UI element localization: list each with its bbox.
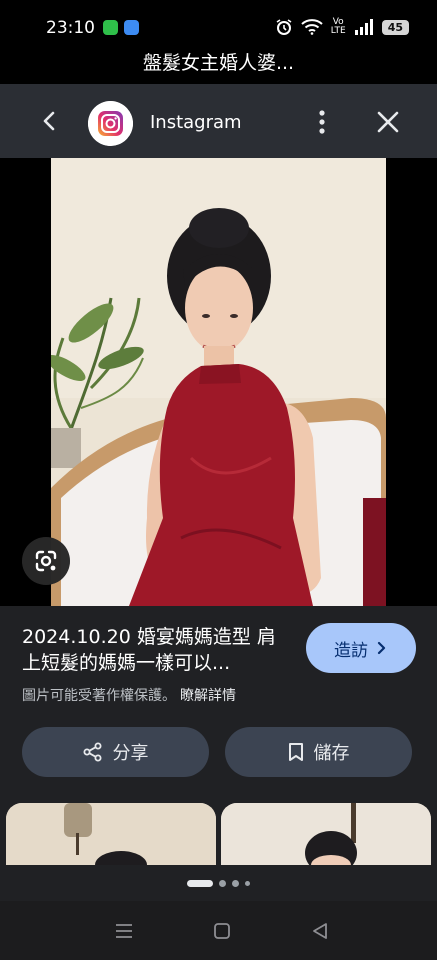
volte-bottom: LTE [330, 26, 346, 36]
visit-button[interactable]: 造訪 [306, 623, 416, 673]
copyright-text: 圖片可能受著作權保護。 [22, 688, 176, 704]
system-nav-bar [0, 901, 437, 960]
main-photo[interactable] [51, 158, 386, 606]
save-button[interactable]: 儲存 [225, 727, 412, 777]
home-icon[interactable] [210, 919, 234, 943]
image-title[interactable]: 2024.10.20 婚宴媽媽造型 肩上短髮的媽媽一樣可以... [22, 624, 287, 676]
alarm-icon [276, 19, 292, 35]
instagram-logo-icon [88, 101, 133, 146]
volte-indicator: Vo LTE [331, 18, 346, 36]
share-button[interactable]: 分享 [22, 727, 209, 777]
close-icon[interactable] [372, 106, 404, 138]
page-dot [245, 880, 250, 886]
back-icon[interactable] [308, 919, 332, 943]
visit-button-label: 造訪 [334, 640, 368, 661]
search-query-title: 盤髮女主婚人婆... [142, 52, 295, 74]
related-image-thumbnail[interactable] [6, 803, 216, 865]
page-dot [232, 879, 239, 887]
line-app-icon [103, 20, 118, 35]
learn-more-link[interactable]: 瞭解詳情 [180, 688, 236, 704]
pagination-dots [0, 865, 437, 901]
recent-apps-icon[interactable] [112, 919, 136, 943]
status-bar: 23:10 Vo LTE 45 [0, 0, 437, 48]
page-dot [219, 879, 226, 887]
more-vert-icon[interactable] [310, 106, 334, 138]
status-time: 23:10 [46, 18, 95, 38]
wifi-icon [301, 19, 323, 35]
signal-icon [354, 19, 373, 35]
source-name[interactable]: Instagram [150, 112, 242, 133]
notification-app-icon [124, 20, 139, 35]
save-button-label: 儲存 [313, 743, 350, 764]
google-lens-icon[interactable] [22, 537, 70, 585]
battery-indicator: 45 [381, 19, 409, 35]
page-dot-active [187, 879, 213, 887]
copyright-notice: 圖片可能受著作權保護。 瞭解詳情 [22, 685, 236, 705]
share-icon [83, 742, 101, 762]
image-viewer [0, 158, 437, 606]
status-icons: Vo LTE 45 [275, 18, 409, 36]
chevron-left-icon[interactable] [34, 106, 64, 136]
chevron-right-icon [377, 641, 386, 655]
bookmark-icon [288, 743, 303, 761]
share-button-label: 分享 [112, 743, 149, 764]
related-images [0, 803, 437, 865]
related-image-thumbnail[interactable] [221, 803, 431, 865]
